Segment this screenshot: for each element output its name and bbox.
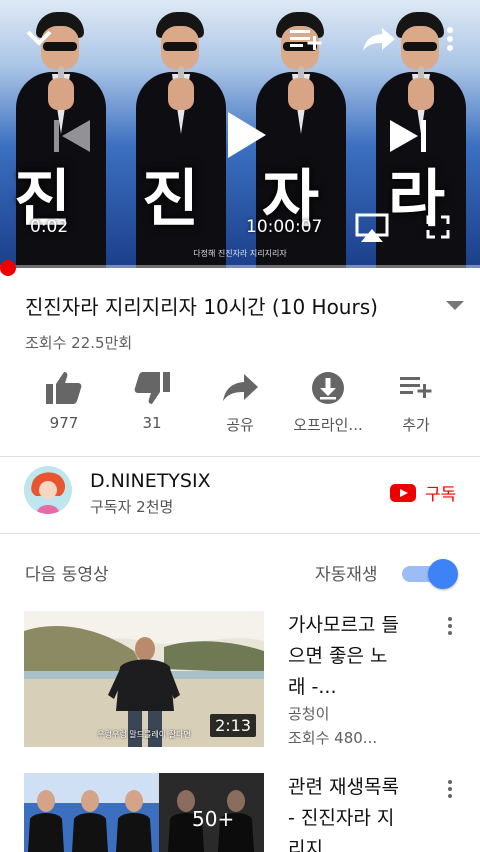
like-button[interactable]: 977 <box>20 370 108 440</box>
more-vert-icon[interactable] <box>443 778 457 800</box>
video-title: 진진자라 지리지리자 10시간 (10 Hours) <box>25 295 378 319</box>
action-bar: 977 31 공유 오프라인... 추가 <box>0 370 480 440</box>
divider <box>0 456 480 457</box>
share-button[interactable]: 공유 <box>196 370 284 440</box>
collapse-chevron-icon[interactable] <box>25 26 53 48</box>
dislike-count: 31 <box>142 414 162 432</box>
dislike-button[interactable]: 31 <box>108 370 196 440</box>
thumbs-down-icon <box>134 372 170 404</box>
playlist-thumbnail[interactable]: 50+ <box>24 773 264 852</box>
cast-airplay-icon[interactable] <box>355 213 389 243</box>
share-label: 공유 <box>226 416 254 434</box>
add-to-playlist-button[interactable]: 추가 <box>372 370 460 440</box>
video-thumbnail[interactable]: 우렁우렁 말드를레이 잘다면 2:13 <box>24 611 264 747</box>
video-subtitle: 다정해 진진자라 지리지리자 <box>193 249 287 258</box>
add-to-playlist-icon <box>400 377 432 398</box>
avatar-image <box>24 466 72 514</box>
more-options-icon[interactable] <box>446 26 454 52</box>
autoplay-toggle[interactable] <box>402 559 458 589</box>
autoplay-label: 자동재생 <box>315 565 378 585</box>
youtube-logo-icon <box>390 483 416 502</box>
video-title[interactable]: 관련 재생목록 - 진진자라 지리지... <box>288 772 403 852</box>
video-channel: 공청이 <box>288 705 330 723</box>
video-title[interactable]: 가사모르고 들으면 좋은 노래 -... <box>288 610 403 703</box>
current-time: 0:02 <box>30 217 69 237</box>
download-label: 오프라인... <box>293 416 363 434</box>
more-vert-icon[interactable] <box>443 615 457 637</box>
progress-track[interactable] <box>0 265 480 268</box>
video-views: 조회수 480... <box>288 729 378 747</box>
subscribe-button[interactable]: 구독 <box>390 480 456 505</box>
download-icon <box>312 372 344 404</box>
playlist-count-badge: 50+ <box>192 807 235 831</box>
next-icon[interactable] <box>388 116 428 156</box>
view-count: 조회수 22.5만회 <box>25 334 133 352</box>
download-button[interactable]: 오프라인... <box>284 370 372 440</box>
divider <box>0 533 480 534</box>
channel-avatar[interactable] <box>24 466 72 514</box>
thumbs-up-icon <box>46 372 82 404</box>
play-icon[interactable] <box>226 110 268 160</box>
add-to-queue-icon[interactable] <box>290 28 322 52</box>
up-next-heading: 다음 동영상 <box>25 565 109 585</box>
fullscreen-icon[interactable] <box>426 215 450 239</box>
add-label: 추가 <box>402 416 430 434</box>
previous-icon[interactable] <box>52 116 92 156</box>
video-player[interactable]: 진 진 자 라 다정해 진진자라 지리지리자 0:02 10:00:07 <box>0 0 480 268</box>
video-duration: 2:13 <box>210 714 256 737</box>
share-icon <box>223 374 258 401</box>
total-time: 10:00:07 <box>246 217 323 237</box>
subscriber-count: 구독자 2천명 <box>90 498 174 516</box>
expand-description-icon[interactable] <box>444 298 466 312</box>
channel-name[interactable]: D.NINETYSIX <box>90 470 211 492</box>
progress-scrubber[interactable] <box>0 260 16 276</box>
like-count: 977 <box>49 414 79 432</box>
lyric-char: 진 <box>142 162 200 235</box>
share-arrow-icon[interactable] <box>362 26 396 52</box>
subscribe-label: 구독 <box>425 485 457 505</box>
